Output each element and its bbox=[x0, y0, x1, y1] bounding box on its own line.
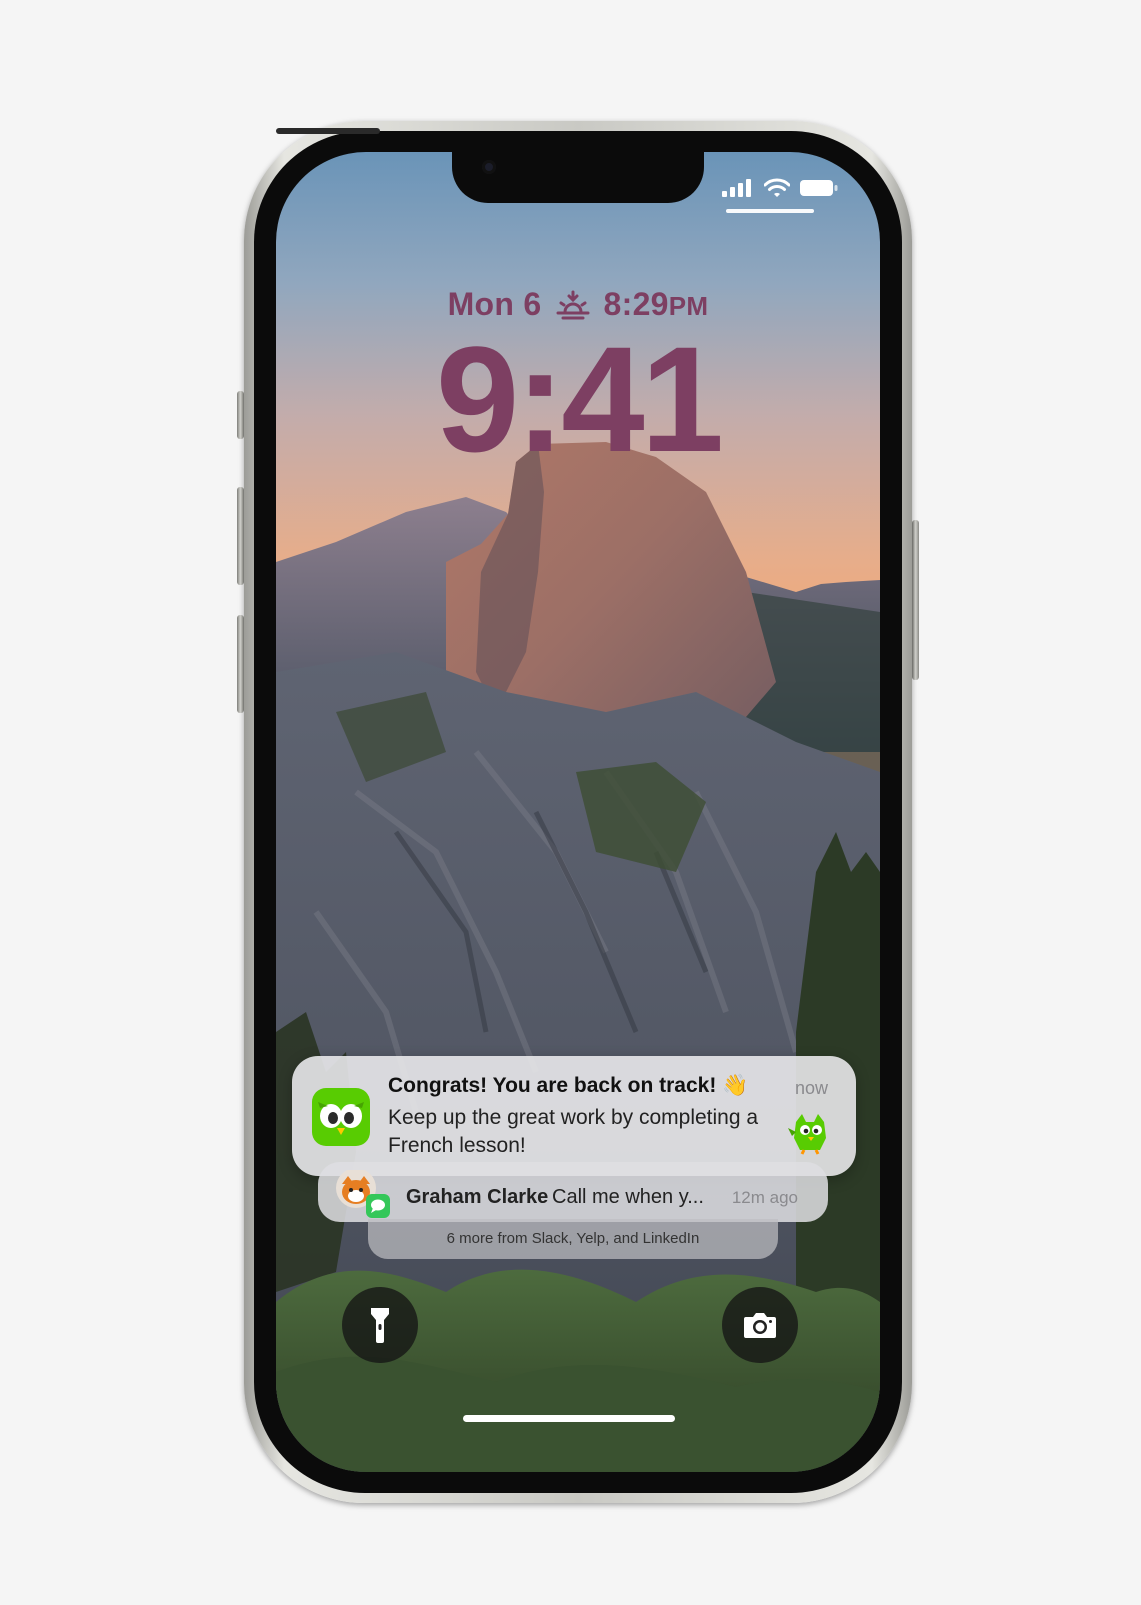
front-camera bbox=[482, 160, 496, 174]
message-preview: Call me when y... bbox=[552, 1186, 704, 1208]
notification-duolingo[interactable]: Congrats! You are back on track! 👋 Keep … bbox=[292, 1056, 856, 1176]
flashlight-button[interactable] bbox=[342, 1287, 418, 1363]
camera-icon bbox=[744, 1313, 776, 1338]
flashlight-icon bbox=[371, 1308, 389, 1343]
waving-hand-emoji: 👋 bbox=[722, 1074, 749, 1097]
wifi-icon bbox=[764, 178, 790, 197]
duolingo-owl-sticker-icon bbox=[788, 1114, 826, 1155]
lock-screen-clock[interactable]: 9:41 bbox=[276, 324, 880, 474]
notification-time: now bbox=[794, 1078, 828, 1098]
volume-up-button bbox=[237, 487, 244, 585]
duolingo-owl-icon bbox=[312, 1088, 370, 1146]
earpiece-speaker bbox=[276, 128, 380, 134]
message-sender: Graham Clarke bbox=[406, 1186, 549, 1208]
silent-switch bbox=[237, 391, 244, 439]
battery-icon bbox=[800, 180, 838, 196]
messages-icon bbox=[366, 1194, 390, 1218]
message-time: 12m ago bbox=[731, 1188, 798, 1207]
notch bbox=[452, 152, 704, 203]
notification-body: Keep up the great work by completing a F… bbox=[388, 1106, 759, 1157]
cellular-signal-icon bbox=[722, 179, 751, 197]
lock-screen[interactable]: Mon 6 8:29PM 9:41 Congrats! You are back… bbox=[276, 152, 880, 1472]
more-notifications-summary[interactable]: 6 more from Slack, Yelp, and LinkedIn bbox=[368, 1219, 778, 1259]
notification-title: Congrats! You are back on track! 👋 bbox=[388, 1074, 749, 1097]
home-indicator[interactable] bbox=[463, 1415, 675, 1422]
side-power-button bbox=[912, 520, 919, 680]
control-center-indicator[interactable] bbox=[726, 209, 814, 213]
camera-button[interactable] bbox=[722, 1287, 798, 1363]
product-photo-background: Mon 6 8:29PM 9:41 Congrats! You are back… bbox=[0, 0, 1141, 1605]
status-bar bbox=[722, 178, 838, 198]
notification-messages[interactable]: Graham Clarke Call me when y... 12m ago bbox=[318, 1162, 828, 1222]
volume-down-button bbox=[237, 615, 244, 713]
